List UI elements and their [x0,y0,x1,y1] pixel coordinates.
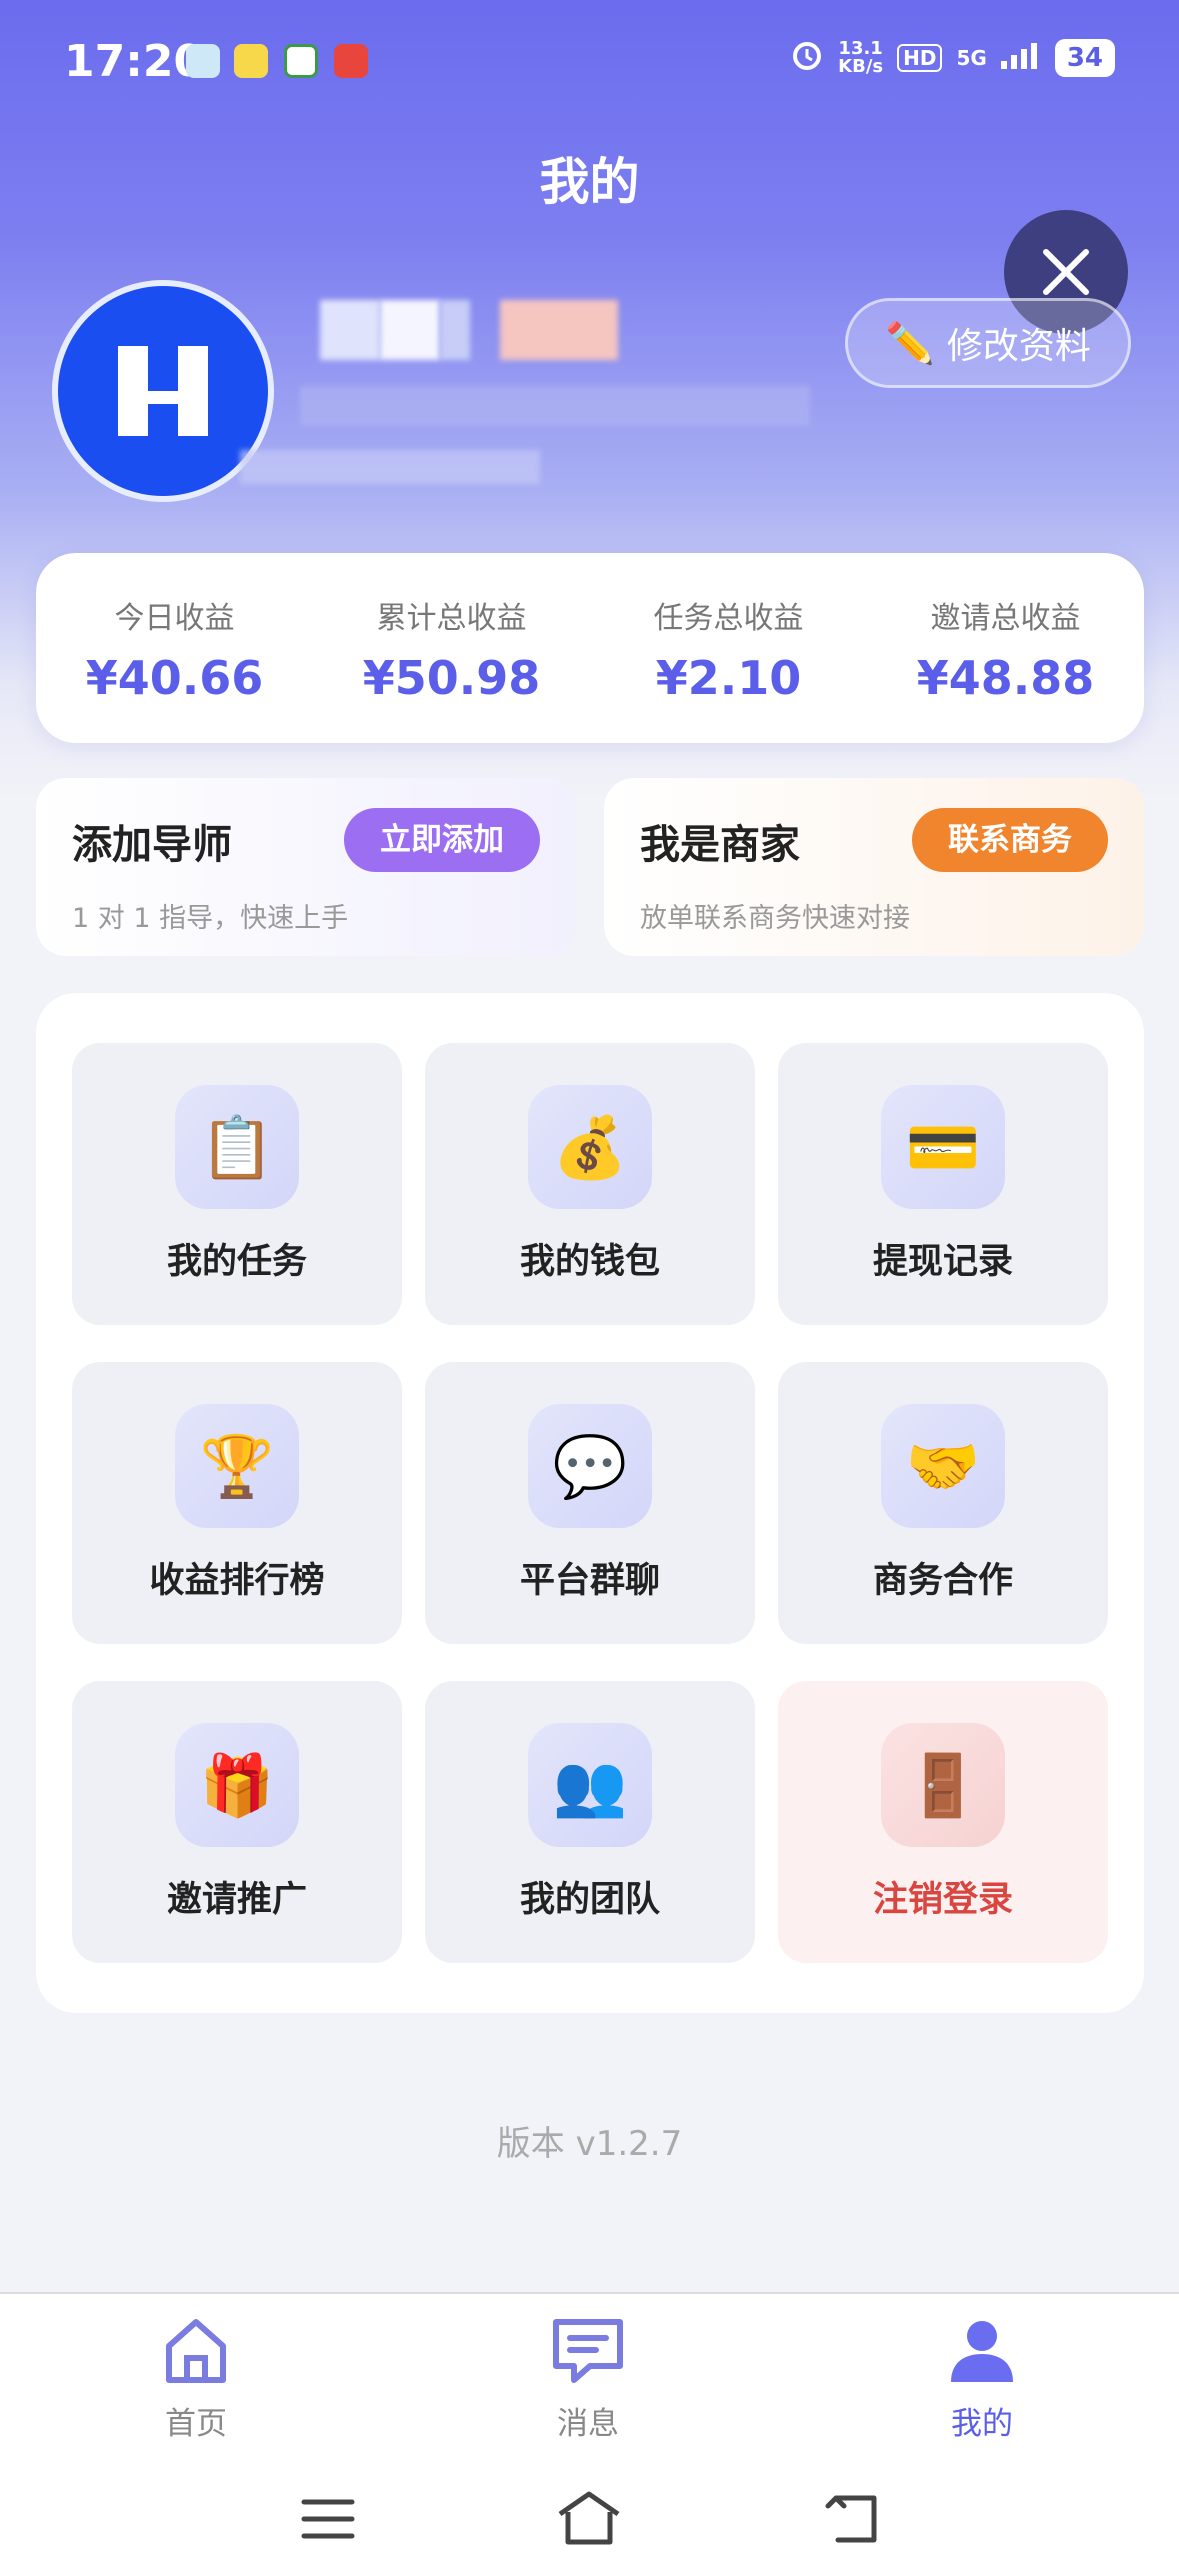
tab-home[interactable]: 首页 [96,2316,296,2443]
menu-withdraw-records[interactable]: 💳 提现记录 [778,1043,1108,1325]
status-bar: 17:20 13.1 KB/s HD 5G 34 [0,0,1179,130]
menu-label: 我的团队 [519,1880,660,1920]
stat-label: 今日收益 [114,601,235,636]
alarm-icon [790,38,824,77]
edit-profile-button[interactable]: ✏️ 修改资料 [845,298,1131,388]
stat-label: 任务总收益 [653,601,804,636]
menu-label: 平台群聊 [519,1561,660,1601]
net-speed: 13.1 KB/s [838,37,884,77]
app-notification-icon [284,44,318,78]
chat-bubble-icon: 💬 [528,1404,652,1528]
tab-label: 首页 [165,2406,227,2442]
app-notification-icon [186,44,220,78]
status-time: 17:20 [64,36,205,87]
hd-badge: HD [897,43,943,72]
bottom-tab-bar: 首页 消息 我的 [0,2292,1179,2558]
network-type: 5G [956,45,987,70]
signal-icon [1000,41,1041,74]
gift-icon: 🎁 [175,1723,299,1847]
merchant-card: 我是商家 放单联系商务快速对接 联系商务 [604,778,1144,956]
app-notification-icon [234,44,268,78]
close-icon [1043,249,1089,295]
door-icon: 🚪 [881,1723,1005,1847]
menu-logout[interactable]: 🚪 注销登录 [778,1681,1108,1963]
stat-label: 邀请总收益 [930,601,1081,636]
message-icon [553,2319,623,2383]
add-mentor-card: 添加导师 1 对 1 指导，快速上手 立即添加 [36,778,576,956]
pencil-icon: ✏️ [885,320,935,367]
stat-value: ¥50.98 [362,651,541,705]
menu-my-wallet[interactable]: 💰 我的钱包 [425,1043,755,1325]
menu-invite-promotion[interactable]: 🎁 邀请推广 [72,1681,402,1963]
stat-total-earnings[interactable]: 累计总收益 ¥50.98 [313,553,590,743]
stat-invite-earnings[interactable]: 邀请总收益 ¥48.88 [867,553,1144,743]
handshake-icon: 🤝 [881,1404,1005,1528]
merchant-subtitle: 放单联系商务快速对接 [640,903,910,934]
menu-label: 我的任务 [166,1242,307,1282]
stat-value: ¥2.10 [655,651,802,705]
mentor-subtitle: 1 对 1 指导，快速上手 [72,903,349,934]
menu-label: 注销登录 [872,1880,1013,1920]
home-icon [166,2319,226,2383]
menu-platform-group-chat[interactable]: 💬 平台群聊 [425,1362,755,1644]
menu-label: 邀请推广 [166,1880,307,1920]
contact-business-button[interactable]: 联系商务 [912,808,1108,872]
page-title: 我的 [539,153,640,211]
menu-my-tasks[interactable]: 📋 我的任务 [72,1043,402,1325]
menu-label: 我的钱包 [519,1242,660,1282]
edit-profile-label: 修改资料 [946,326,1091,367]
menu-business-cooperation[interactable]: 🤝 商务合作 [778,1362,1108,1644]
menu-label: 收益排行榜 [149,1561,325,1601]
menu-earnings-leaderboard[interactable]: 🏆 收益排行榜 [72,1362,402,1644]
money-bag-icon: 💰 [528,1085,652,1209]
app-notification-icon [334,44,368,78]
stat-label: 累计总收益 [376,601,527,636]
user-icon [951,2321,1013,2382]
menu-label: 提现记录 [872,1242,1013,1282]
stat-value: ¥48.88 [916,651,1095,705]
stat-value: ¥40.66 [85,651,264,705]
menu-icon[interactable] [300,2496,356,2542]
battery-indicator: 34 [1054,38,1115,77]
earnings-stats-card: 今日收益 ¥40.66 累计总收益 ¥50.98 任务总收益 ¥2.10 邀请总… [36,553,1144,743]
tab-label: 我的 [951,2406,1013,2442]
stat-today-earnings[interactable]: 今日收益 ¥40.66 [36,553,313,743]
menu-grid: 📋 我的任务 💰 我的钱包 💳 提现记录 🏆 收益排行榜 💬 平台群聊 🤝 商务… [36,993,1144,2013]
system-home-icon[interactable] [556,2490,622,2546]
back-icon[interactable] [822,2492,882,2546]
team-icon: 👥 [528,1723,652,1847]
tab-messages[interactable]: 消息 [488,2316,688,2443]
clipboard-icon: 📋 [175,1085,299,1209]
trophy-icon: 🏆 [175,1404,299,1528]
credit-card-icon: 💳 [881,1085,1005,1209]
menu-my-team[interactable]: 👥 我的团队 [425,1681,755,1963]
stat-task-earnings[interactable]: 任务总收益 ¥2.10 [590,553,867,743]
version-label: 版本 v1.2.7 [496,2124,683,2164]
tab-mine[interactable]: 我的 [882,2316,1082,2443]
add-mentor-button[interactable]: 立即添加 [344,808,540,872]
menu-label: 商务合作 [872,1561,1013,1601]
tab-label: 消息 [557,2406,619,2442]
